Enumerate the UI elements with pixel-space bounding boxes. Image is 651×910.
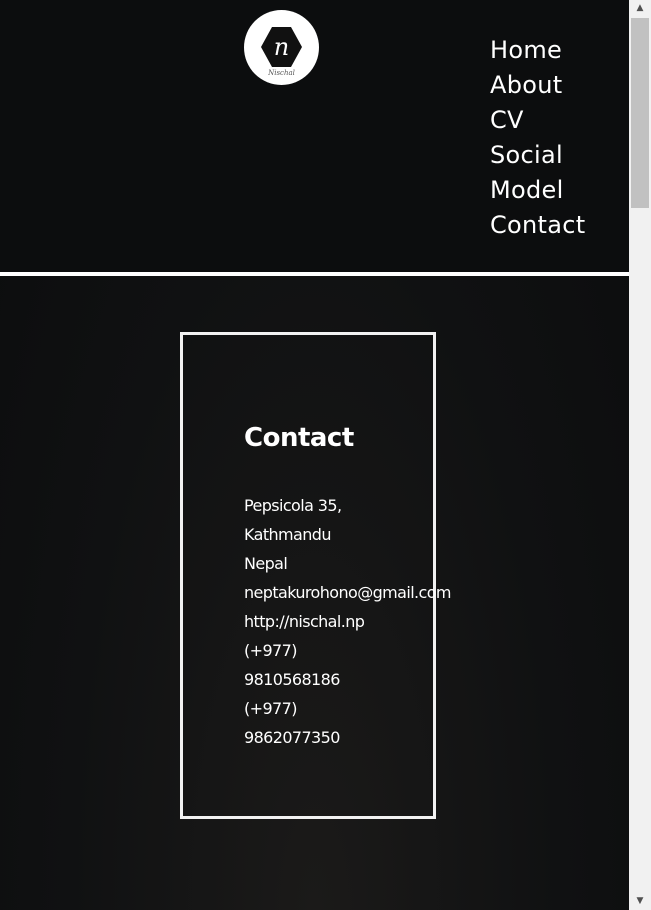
site-header: n Nischal Home About CV Social Model Con… (0, 0, 629, 276)
logo-caption: Nischal (268, 69, 295, 77)
page-background: n Nischal Home About CV Social Model Con… (0, 0, 629, 910)
main-nav: Home About CV Social Model Contact (490, 33, 585, 243)
contact-details: Pepsicola 35, Kathmandu Nepal neptakuroh… (244, 491, 452, 752)
logo-letter: n (274, 33, 289, 61)
nav-social-link[interactable]: Social (490, 138, 585, 173)
phone-country-code-1: (+977) (244, 641, 297, 660)
vertical-scrollbar[interactable]: ▲ ▼ (629, 0, 651, 910)
nav-cv-link[interactable]: CV (490, 103, 585, 138)
nav-about-link[interactable]: About (490, 68, 585, 103)
contact-heading: Contact (244, 423, 354, 453)
nav-contact-link[interactable]: Contact (490, 208, 585, 243)
address-street: Pepsicola 35, (244, 496, 342, 515)
website-link[interactable]: http://nischal.np (244, 607, 451, 636)
nav-home-link[interactable]: Home (490, 33, 585, 68)
address-country: Nepal (244, 554, 288, 573)
phone-number-2: 9862077350 (244, 728, 340, 747)
email-link[interactable]: neptakurohono@gmail.com (244, 578, 452, 607)
phone-number-1: 9810568186 (244, 670, 340, 689)
scroll-up-arrow-icon[interactable]: ▲ (629, 0, 651, 17)
nav-model-link[interactable]: Model (490, 173, 585, 208)
scroll-down-arrow-icon[interactable]: ▼ (629, 893, 651, 910)
address-city: Kathmandu (244, 525, 331, 544)
scroll-thumb[interactable] (631, 18, 649, 208)
phone-country-code-2: (+977) (244, 699, 297, 718)
logo[interactable]: n Nischal (244, 10, 319, 85)
